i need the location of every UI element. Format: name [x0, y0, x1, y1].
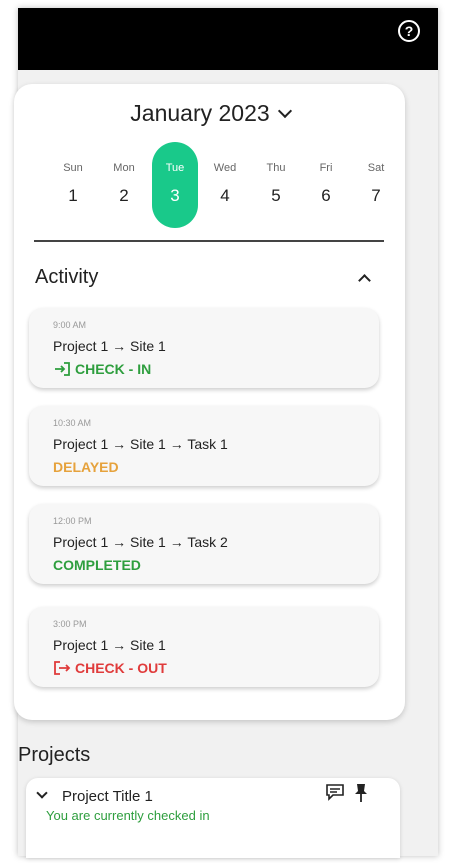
day-name: Sun — [63, 162, 83, 174]
help-circle-icon[interactable]: ? — [398, 20, 420, 42]
day-date: 5 — [271, 186, 281, 205]
activity-heading: Activity — [35, 266, 99, 288]
activity-status: DELAYED — [53, 459, 119, 475]
month-selector-row: January 2023 — [0, 100, 420, 127]
day-date: 6 — [321, 186, 331, 205]
activity-item[interactable]: 10:30 AM Project 1 → Site 1 → Task 1 DEL… — [29, 406, 379, 486]
day-date: 3 — [170, 186, 180, 205]
calendar-divider — [34, 240, 384, 242]
activity-status: CHECK - OUT — [53, 660, 167, 676]
day-wed[interactable]: Wed 4 — [202, 142, 248, 228]
activity-status-label: CHECK - IN — [75, 361, 152, 377]
activity-time: 3:00 PM — [53, 619, 87, 629]
project-status-text: You are currently checked in — [46, 808, 210, 823]
day-tue-selected[interactable]: Tue 3 — [152, 142, 198, 228]
activity-status-label: COMPLETED — [53, 557, 141, 573]
chevron-down-icon — [277, 103, 292, 118]
day-date: 1 — [68, 186, 78, 205]
activity-time: 10:30 AM — [53, 418, 92, 428]
activity-item[interactable]: 3:00 PM Project 1 → Site 1 CHECK - OUT — [29, 607, 379, 687]
projects-heading: Projects — [18, 744, 91, 766]
month-label: January 2023 — [130, 100, 270, 126]
activity-path: Project 1 → Site 1 — [53, 637, 166, 653]
activity-item[interactable]: 12:00 PM Project 1 → Site 1 → Task 2 COM… — [29, 504, 379, 584]
day-fri[interactable]: Fri 6 — [303, 142, 349, 228]
day-sat[interactable]: Sat 7 — [353, 142, 399, 228]
activity-item[interactable]: 9:00 AM Project 1 → Site 1 CHECK - IN — [29, 308, 379, 388]
activity-time: 12:00 PM — [53, 516, 92, 526]
pin-icon[interactable] — [354, 783, 368, 803]
activity-time: 9:00 AM — [53, 320, 87, 330]
day-thu[interactable]: Thu 5 — [253, 142, 299, 228]
top-bar: ? — [18, 8, 438, 70]
day-date: 2 — [119, 186, 129, 205]
day-name: Fri — [319, 162, 333, 174]
check-in-icon — [53, 361, 71, 377]
activity-path: Project 1 → Site 1 → Task 1 — [53, 436, 228, 452]
day-name: Sat — [367, 162, 385, 174]
day-mon[interactable]: Mon 2 — [101, 142, 147, 228]
month-selector[interactable]: January 2023 — [130, 100, 292, 127]
day-date: 4 — [220, 186, 230, 205]
activity-status: CHECK - IN — [53, 361, 151, 377]
day-name: Thu — [266, 162, 286, 174]
activity-status-label: DELAYED — [53, 459, 119, 475]
activity-path: Project 1 → Site 1 — [53, 338, 166, 354]
activity-path: Project 1 → Site 1 → Task 2 — [53, 534, 228, 550]
day-name: Wed — [213, 162, 237, 174]
activity-status: COMPLETED — [53, 557, 141, 573]
day-name: Mon — [113, 162, 135, 174]
day-date: 7 — [371, 186, 381, 205]
day-name: Tue — [165, 162, 185, 174]
project-title: Project Title 1 — [62, 788, 153, 805]
chat-icon[interactable] — [325, 783, 345, 801]
activity-status-label: CHECK - OUT — [75, 660, 167, 676]
day-sun[interactable]: Sun 1 — [50, 142, 96, 228]
check-out-icon — [53, 660, 71, 676]
